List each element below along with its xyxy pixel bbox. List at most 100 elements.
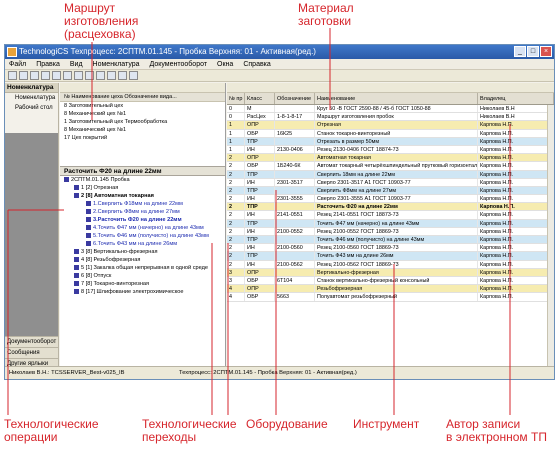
tree-node[interactable]: 5 [1] Закалка общая непрерывная в одной … <box>60 264 225 272</box>
nav-tab-messages[interactable]: Сообщения <box>5 347 58 358</box>
cell-designation <box>275 219 315 227</box>
save-icon[interactable] <box>30 71 39 80</box>
minimize-button[interactable]: _ <box>514 46 526 57</box>
nav-item-nomenclature[interactable]: Номенклатура <box>5 93 58 103</box>
nav-item-desktop[interactable]: Рабочий стол <box>5 103 58 113</box>
menu-windows[interactable]: Окна <box>217 59 233 69</box>
cell-name: Резец 2100-0562 ГОСТ 18869-73 <box>315 260 478 268</box>
grid-row[interactable]: 0 М Круг 50 -В ГОСТ 2590-88 / 45-б ГОСТ 10… <box>227 105 554 114</box>
route-row[interactable]: 8 Заготовительный цех <box>60 102 225 110</box>
refresh-icon[interactable] <box>107 71 116 80</box>
cell-no: 1 <box>227 129 245 137</box>
route-row[interactable]: 8 Механический цех №1 <box>60 110 225 118</box>
grid-row[interactable]: 2 ТПР Точить Ф46 мм (получисто) на длине 4… <box>227 236 554 245</box>
route-row[interactable]: 17 Цех покрытий <box>60 134 225 142</box>
grid-row[interactable]: 4 ОПР Резьбофрезерная Карпова Н.П. <box>227 285 554 294</box>
grid-row[interactable]: 2 ОПР Автоматная токарная Карпова Н.П. <box>227 154 554 163</box>
tree-node[interactable]: 7 [8] Токарно-винторезная <box>60 280 225 288</box>
cell-class: ТПР <box>245 170 275 178</box>
grid-row[interactable]: 2 ИН 2100-0552 Резец 2100-0552 ГОСТ 18869-7… <box>227 227 554 236</box>
grid-row[interactable]: 2 ТПР Расточить Ф20 на длине 22мм Карпова Н… <box>227 203 554 212</box>
grid-row[interactable]: 1 ОПР Отрезная Карпова Н.П. <box>227 121 554 130</box>
menu-view[interactable]: Вид <box>70 59 83 69</box>
col-header-name[interactable]: Наименование <box>315 93 478 104</box>
grid-row[interactable]: 2 ОБР 1Б240-6К Автомат токарный четырёхшпин… <box>227 162 554 171</box>
tree-node[interactable]: 2 [8] Автоматная токарная <box>60 192 225 200</box>
tree-node[interactable]: 2СПТМ.01.145 Пробка <box>60 176 225 184</box>
col-header-class[interactable]: Класс <box>245 93 275 104</box>
tree-node[interactable]: 4 [8] Резьбофрезерная <box>60 256 225 264</box>
grid-row[interactable]: 1 ИН 2130-0406 Резец 2130-0406 ГОСТ 18874-7… <box>227 145 554 155</box>
grid-scrollbar[interactable] <box>547 105 554 368</box>
menu-edit[interactable]: Правка <box>36 59 60 69</box>
maximize-button[interactable]: □ <box>527 46 539 57</box>
grid-row[interactable]: 4 ОБР 5663 Полуавтомат резьбофрезерный Карпо… <box>227 293 554 302</box>
operation-icon <box>74 265 79 271</box>
grid-row[interactable]: 2 ТПР Сверлить 18мм на длине 22мм Карпова Н… <box>227 170 554 179</box>
tree-node[interactable]: 1.Сверлить Ф18мм на длине 22мм <box>60 200 225 208</box>
operation-icon <box>74 281 79 287</box>
route-row[interactable]: 8 Механический цех №1 <box>60 126 225 134</box>
route-row[interactable]: 1 Заготовительный цех Термообработка <box>60 118 225 126</box>
grid-row[interactable]: 2 ИН 2100-0562 Резец 2100-0562 ГОСТ 18869-7… <box>227 260 554 269</box>
tree-node[interactable]: 5.Точить Ф46 мм (получисто) на длине 43м… <box>60 232 225 240</box>
cell-no: 2 <box>227 227 245 235</box>
print-icon[interactable] <box>41 71 50 80</box>
open-icon[interactable] <box>19 71 28 80</box>
grid-row[interactable]: 2 ИН 2100-0560 Резец 2100-0560 ГОСТ 18869-7… <box>227 244 554 253</box>
filter-icon[interactable] <box>85 71 94 80</box>
menu-nomenclature[interactable]: Номенклатура <box>93 59 140 69</box>
grid-row[interactable]: 1 ТПР Отрезать в размер 50мм Карпова Н.П. <box>227 137 554 146</box>
tree-node[interactable]: 3 [8] Вертикально-фрезерная <box>60 248 225 256</box>
grid-row[interactable]: 3 ОПР Вертикально-фрезерная Карпова Н.П. <box>227 268 554 277</box>
properties-icon[interactable] <box>118 71 127 80</box>
cell-no: 2 <box>227 203 245 211</box>
cell-no: 2 <box>227 252 245 260</box>
grid-row[interactable]: 3 ОБР 6Т104 Станок вертикально-фрезерный ко… <box>227 276 554 286</box>
cell-class: ТПР <box>245 219 275 227</box>
col-header-no[interactable]: № пр <box>227 93 245 104</box>
search-icon[interactable] <box>96 71 105 80</box>
cell-class: ИН <box>245 260 275 268</box>
grid-row[interactable]: 2 ТПР Точить Ф43 мм на длине 26мм Карпова Н… <box>227 252 554 261</box>
tree-node[interactable]: 1 [2] Отрезная <box>60 184 225 192</box>
tree-node[interactable]: 6.Точить Ф43 мм на длине 26мм <box>60 240 225 248</box>
report-icon[interactable] <box>129 71 138 80</box>
grid-row[interactable]: 2 ИН 2301-3517 Сверло 2301-3517 А1 ГОСТ 109… <box>227 178 554 187</box>
tree-node-label: 2 [8] Автоматная токарная <box>81 193 154 199</box>
tree-node[interactable]: 2.Сверлить Ф8мм на длине 27мм <box>60 208 225 216</box>
cell-designation <box>275 170 315 178</box>
tree-node[interactable]: 3.Расточить Ф20 на длине 22мм <box>60 216 225 224</box>
grid-header: № пр Класс Обозначение Наименование Влад… <box>227 93 554 105</box>
tree-node[interactable]: 8 [17] Шлифование электрохимическое <box>60 288 225 296</box>
grid-row[interactable]: 1 ОБР 16К25 Станок токарно-винторезный Карпо… <box>227 129 554 138</box>
menu-help[interactable]: Справка <box>243 59 270 69</box>
close-button[interactable]: × <box>540 46 552 57</box>
cut-icon[interactable] <box>52 71 61 80</box>
col-header-designation[interactable]: Обозначение <box>275 93 315 104</box>
menu-docflow[interactable]: Документооборот <box>150 59 208 69</box>
grid-row[interactable]: 0 РасЦех 1-8-1-8-17 Маршрут изготовления пр… <box>227 113 554 122</box>
tree-node[interactable]: 4.Точить Ф47 мм (начерно) на длине 43мм <box>60 224 225 232</box>
cell-designation <box>275 285 315 293</box>
cell-no: 2 <box>227 170 245 178</box>
nav-tab-docflow[interactable]: Документооборот <box>5 336 58 347</box>
cell-owner: Карпова Н.П. <box>478 276 554 285</box>
new-icon[interactable] <box>8 71 17 80</box>
menu-file[interactable]: Файл <box>9 59 26 69</box>
paste-icon[interactable] <box>74 71 83 80</box>
app-icon <box>7 47 17 57</box>
cell-name: Автомат токарный четырёхшпиндельный прут… <box>317 162 478 170</box>
grid-row[interactable]: 2 ТПР Точить Ф47 мм (начерно) на длине 43м… <box>227 219 554 228</box>
grid-row[interactable]: 2 ИН 2141-0551 Резец 2141-0551 ГОСТ 18873-7… <box>227 211 554 220</box>
copy-icon[interactable] <box>63 71 72 80</box>
tree-node[interactable]: 6 [8] Отпуск <box>60 272 225 280</box>
grid-row[interactable]: 2 ИН 2301-3555 Сверло 2301-3555 А1 ГОСТ 109… <box>227 195 554 204</box>
cell-designation: 1-8-1-8-17 <box>275 113 315 121</box>
window-controls: _ □ × <box>514 46 552 57</box>
cell-name: Станок вертикально-фрезерный консольный <box>315 276 478 285</box>
col-header-owner[interactable]: Владелец <box>478 93 554 104</box>
grid-row[interactable]: 2 ТПР Сверлить Ф8мм на длине 27мм Карпова Н… <box>227 186 554 196</box>
cell-designation <box>275 236 315 244</box>
tree-node-label: 7 [8] Токарно-винторезная <box>81 281 150 287</box>
